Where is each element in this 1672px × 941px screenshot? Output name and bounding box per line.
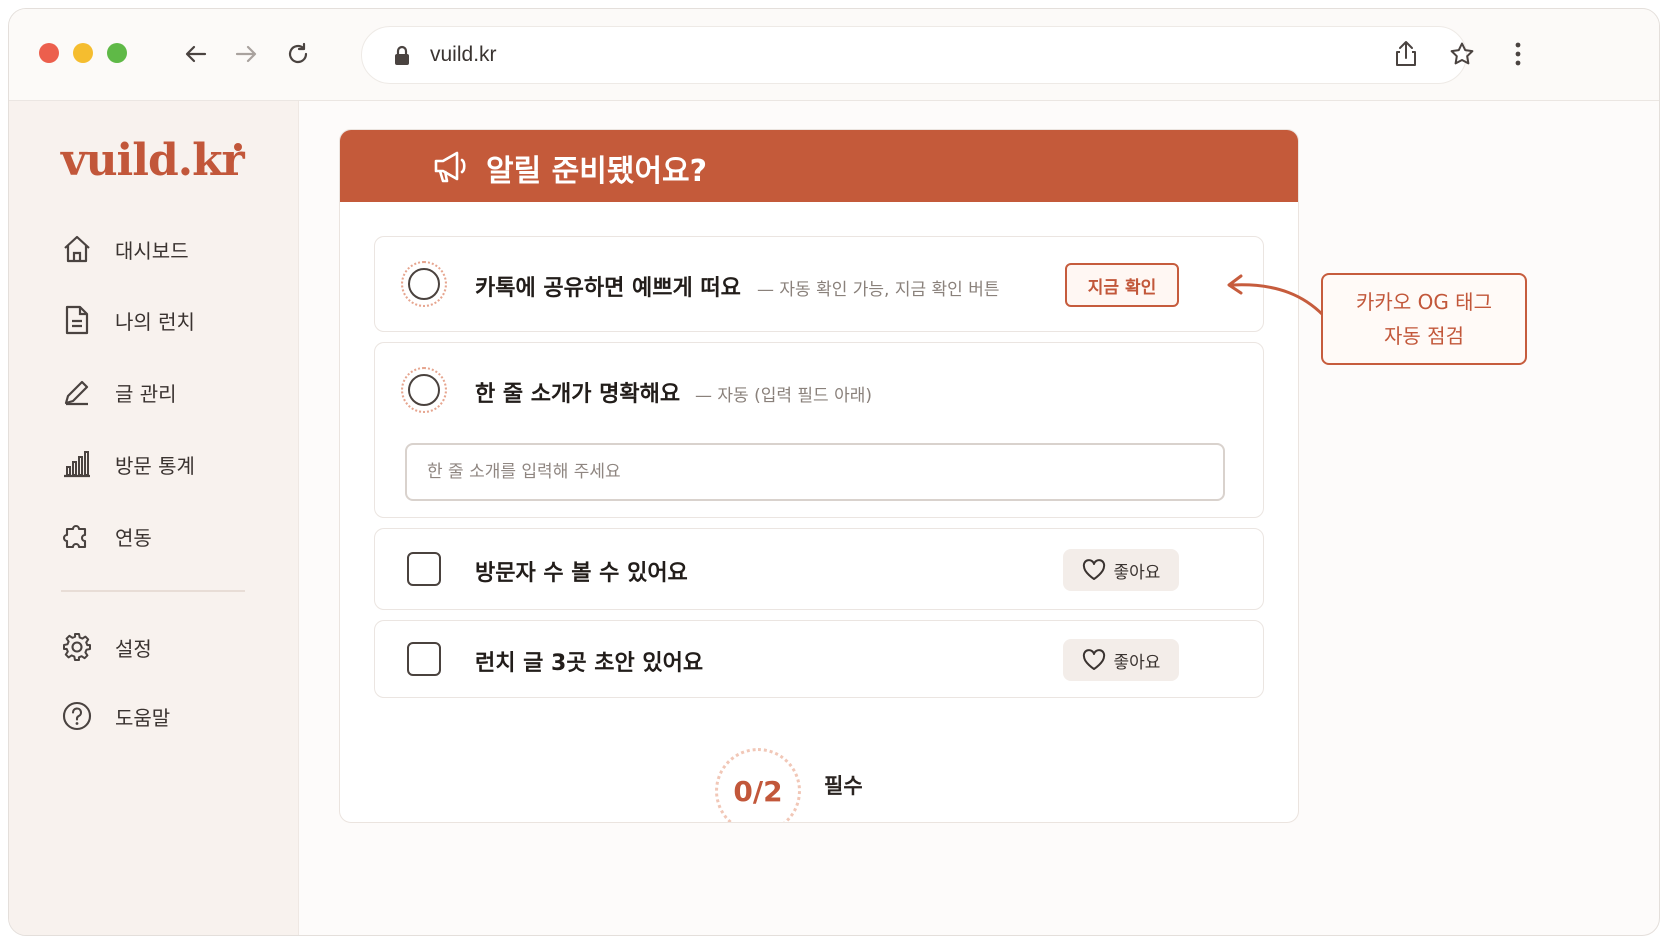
browser-toolbar: vuild.kr xyxy=(9,9,1659,101)
share-icon xyxy=(1396,41,1416,66)
sidebar-item-posts[interactable]: 글 관리 xyxy=(59,372,269,412)
checkbox-visitors[interactable] xyxy=(407,552,441,586)
sidebar-item-label: 글 관리 xyxy=(115,381,177,406)
sidebar-item-stats[interactable]: 방문 통계 xyxy=(59,444,269,484)
brand-logo[interactable]: vuild.kr xyxy=(61,135,245,186)
home-icon xyxy=(59,231,95,267)
reload-icon xyxy=(288,42,308,64)
maximize-window-button[interactable] xyxy=(107,43,127,63)
bookmark-button[interactable] xyxy=(1447,39,1477,69)
close-window-button[interactable] xyxy=(39,43,59,63)
heart-icon xyxy=(1082,559,1105,580)
sidebar-item-my-launch[interactable]: 나의 런치 xyxy=(59,300,269,340)
progress-label: 필수 xyxy=(824,774,863,798)
puzzle-icon xyxy=(59,518,95,554)
heart-icon xyxy=(1082,649,1105,670)
sidebar-item-settings[interactable]: 설정 xyxy=(59,627,269,667)
forward-button[interactable] xyxy=(231,39,261,69)
more-vertical-icon xyxy=(1515,42,1521,66)
item-note: — 자동 (입력 필드 아래) xyxy=(695,386,872,406)
checklist-item-drafts: 런치 글 3곳 초안 있어요 좋아요 xyxy=(374,620,1264,698)
sidebar-divider xyxy=(61,590,245,592)
item-note: — 자동 확인 가능, 지금 확인 버튼 xyxy=(757,280,1000,300)
share-button[interactable] xyxy=(1391,39,1421,69)
item-title: 한 줄 소개가 명확해요 xyxy=(475,382,681,407)
checklist-item-intro: 한 줄 소개가 명확해요 — 자동 (입력 필드 아래) xyxy=(374,342,1264,518)
like-button[interactable]: 좋아요 xyxy=(1063,549,1179,591)
radio-intro[interactable] xyxy=(401,367,447,413)
sidebar-item-label: 방문 통계 xyxy=(115,453,195,478)
lock-icon xyxy=(395,45,409,65)
sidebar-item-label: 연동 xyxy=(115,525,152,550)
panel-header: 알릴 준비됐어요? xyxy=(340,130,1298,202)
sidebar-item-dashboard[interactable]: 대시보드 xyxy=(59,229,269,269)
panel-title: 알릴 준비됐어요? xyxy=(486,154,708,189)
checklist-item-kakao: 카톡에 공유하면 예쁘게 떠요 — 자동 확인 가능, 지금 확인 버튼 지금 … xyxy=(374,236,1264,332)
arrow-left-icon xyxy=(185,45,207,63)
annotation-callout: 카카오 OG 태그 자동 점검 xyxy=(1321,273,1527,365)
callout-line-1: 카카오 OG 태그 xyxy=(1356,290,1492,314)
like-label: 좋아요 xyxy=(1113,562,1161,583)
launch-checklist-panel: 알릴 준비됐어요? 카톡에 공유하면 예쁘게 떠요 — 자동 확인 가능, 지금… xyxy=(339,129,1299,823)
like-label: 좋아요 xyxy=(1113,652,1161,673)
address-bar[interactable]: vuild.kr xyxy=(361,26,1467,84)
megaphone-icon xyxy=(434,151,466,183)
intro-input[interactable] xyxy=(405,443,1225,501)
sidebar-item-label: 도움말 xyxy=(115,705,171,730)
arrow-right-icon xyxy=(235,45,257,63)
star-icon xyxy=(1450,42,1474,65)
checkbox-drafts[interactable] xyxy=(407,642,441,676)
pencil-icon xyxy=(59,374,95,410)
item-title: 방문자 수 볼 수 있어요 xyxy=(475,561,688,586)
document-icon xyxy=(59,302,95,338)
sidebar-item-label: 대시보드 xyxy=(115,238,189,263)
sidebar-item-help[interactable]: 도움말 xyxy=(59,696,269,736)
progress-value: 0/2 xyxy=(733,774,783,808)
minimize-window-button[interactable] xyxy=(73,43,93,63)
sidebar-item-label: 나의 런치 xyxy=(115,309,195,334)
bar-chart-icon xyxy=(59,446,95,482)
callout-line-2: 자동 점검 xyxy=(1384,324,1464,348)
item-title: 런치 글 3곳 초안 있어요 xyxy=(475,651,704,676)
gear-icon xyxy=(59,629,95,665)
sidebar-item-integrations[interactable]: 연동 xyxy=(59,516,269,556)
item-title: 카톡에 공유하면 예쁘게 떠요 xyxy=(475,276,741,301)
check-now-button[interactable]: 지금 확인 xyxy=(1065,263,1179,307)
callout-arrow xyxy=(1227,274,1325,317)
url-text: vuild.kr xyxy=(430,43,497,66)
sidebar: vuild.kr 대시보드 나의 런치 글 관리 방문 통계 연동 설정 도움말 xyxy=(9,101,299,935)
required-progress-ring: 0/2 xyxy=(715,748,801,822)
browser-window: vuild.kr vuild.kr 대시보드 나의 런치 글 관리 방문 통계 … xyxy=(8,8,1660,936)
reload-button[interactable] xyxy=(283,39,313,69)
checklist-item-visitors: 방문자 수 볼 수 있어요 좋아요 xyxy=(374,528,1264,610)
logo-dot xyxy=(234,143,242,151)
sidebar-item-label: 설정 xyxy=(115,636,152,661)
radio-kakao[interactable] xyxy=(401,261,447,307)
help-icon xyxy=(59,698,95,734)
like-button[interactable]: 좋아요 xyxy=(1063,639,1179,681)
back-button[interactable] xyxy=(181,39,211,69)
more-menu-button[interactable] xyxy=(1503,39,1533,69)
